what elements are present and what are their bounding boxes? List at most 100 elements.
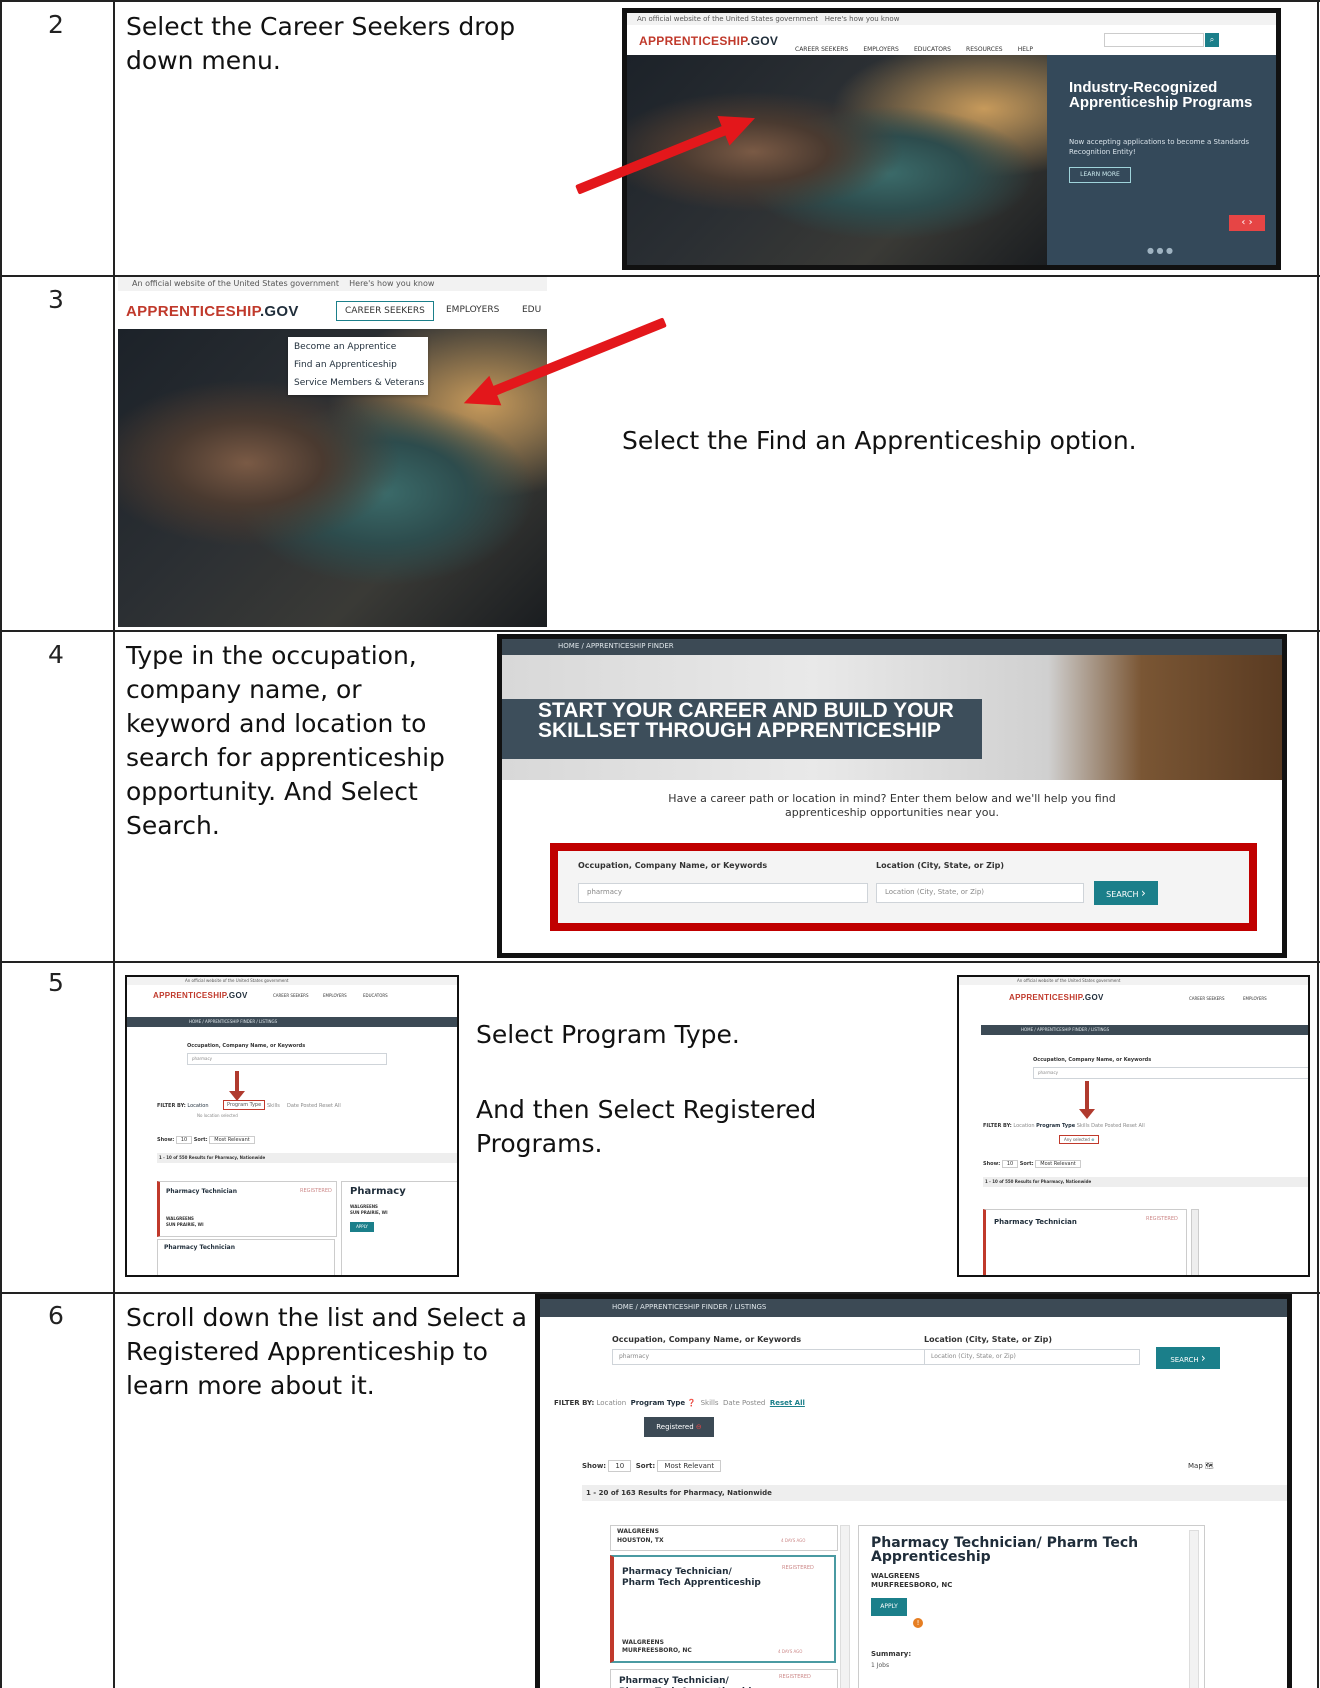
sort-select[interactable]: Most Relevant	[209, 1136, 255, 1144]
nav-career-seekers[interactable]: CAREER SEEKERS	[795, 46, 848, 53]
summary-label: Summary:	[871, 1650, 912, 1658]
filter-date-posted[interactable]: Date Posted	[1091, 1123, 1121, 1129]
location-input[interactable]: Location (City, State, or Zip)	[876, 883, 1084, 903]
step-number: 6	[48, 1301, 64, 1330]
nav-help[interactable]: HELP	[1018, 46, 1033, 53]
listing-card[interactable]: WALGREENS HOUSTON, TX 4 DAYS AGO	[610, 1525, 838, 1551]
occupation-input[interactable]: pharmacy	[578, 883, 868, 903]
reset-all-link[interactable]: Reset All	[1123, 1123, 1145, 1129]
step-instruction: Type in the occupation, company name, or…	[126, 641, 445, 840]
filter-date-posted[interactable]: Date Posted	[723, 1399, 765, 1407]
how-you-know-link[interactable]: Here's how you know	[349, 279, 434, 288]
detail-panel: Pharmacy Technician/ Pharm Tech Apprenti…	[858, 1525, 1205, 1688]
map-toggle[interactable]: Map 🗺	[1188, 1462, 1214, 1470]
location-label: Location (City, State, or Zip)	[924, 1335, 1052, 1344]
filter-program-type[interactable]: Program Type	[631, 1399, 686, 1407]
summary-value: 1 Jobs	[871, 1662, 890, 1669]
filter-location[interactable]: Location	[1013, 1123, 1034, 1129]
site-logo[interactable]: APPRENTICESHIP.GOV	[639, 34, 778, 48]
filter-skills[interactable]: Skills	[701, 1399, 719, 1407]
occupation-input[interactable]: pharmacy	[612, 1349, 932, 1365]
registered-filter-chip[interactable]: Registered ⊖	[644, 1417, 714, 1437]
search-icon[interactable]: ⌕	[1205, 33, 1219, 47]
show-control[interactable]: Show: 10 Sort: Most Relevant	[157, 1136, 255, 1144]
table-border-top	[0, 0, 1320, 2]
finder-banner-title: START YOUR CAREER AND BUILD YOUR SKILLSE…	[538, 699, 954, 742]
listing-card[interactable]: Pharmacy Technician/ Pharm Tech Apprenti…	[610, 1669, 838, 1688]
show-select[interactable]: 10	[1001, 1160, 1019, 1168]
red-down-arrow	[235, 1071, 239, 1093]
filter-location[interactable]: Location	[597, 1399, 627, 1407]
nav-employers[interactable]: EMPLOYERS	[323, 993, 347, 998]
info-icon[interactable]: !	[913, 1618, 923, 1628]
nav-employers[interactable]: EMPLOYERS	[1243, 996, 1267, 1001]
dropdown-item[interactable]: Find an Apprenticeship	[294, 360, 397, 370]
sort-select[interactable]: Most Relevant	[1035, 1160, 1081, 1168]
show-control[interactable]: Show: 10 Sort: Most Relevant	[582, 1460, 722, 1472]
how-you-know-link[interactable]: Here's how you know	[825, 15, 900, 23]
nav-educators[interactable]: EDU	[522, 305, 541, 315]
reset-all-link[interactable]: Reset All	[770, 1399, 805, 1407]
any-selected-chip[interactable]: Any selected ⊕	[1059, 1135, 1100, 1144]
breadcrumb[interactable]: HOME / APPRENTICESHIP FINDER / LISTINGS	[1021, 1027, 1109, 1032]
nav-employers[interactable]: EMPLOYERS	[446, 305, 499, 315]
search-button[interactable]: SEARCH ›	[1094, 881, 1158, 905]
show-select[interactable]: 10	[175, 1136, 193, 1144]
detail-location: SUN PRAIRIE, WI	[350, 1210, 388, 1215]
listing-card[interactable]: Pharmacy Technician REGISTERED	[983, 1209, 1187, 1275]
screenshot-listings-left: An official website of the United States…	[125, 975, 459, 1277]
occupation-input[interactable]: pharmacy	[187, 1053, 387, 1065]
nav-employers[interactable]: EMPLOYERS	[863, 46, 899, 53]
nav-educators[interactable]: EDUCATORS	[363, 993, 388, 998]
search-button[interactable]: SEARCH ›	[1156, 1347, 1220, 1369]
step-instruction: Select the Find an Apprenticeship option…	[622, 426, 1137, 455]
location-input[interactable]: Location (City, State, or Zip)	[924, 1349, 1140, 1365]
filter-skills[interactable]: Skills	[1077, 1123, 1090, 1129]
filter-program-type[interactable]: Program Type	[1036, 1123, 1075, 1129]
nav-resources[interactable]: RESOURCES	[966, 46, 1003, 53]
filter-skills[interactable]: Skills	[267, 1103, 280, 1109]
sort-label: Sort:	[635, 1462, 656, 1470]
occupation-input[interactable]: pharmacy	[1033, 1067, 1308, 1079]
nav-career-seekers[interactable]: CAREER SEEKERS	[273, 993, 308, 998]
apply-button[interactable]: APPLY	[350, 1222, 374, 1232]
filter-location[interactable]: Location	[187, 1103, 208, 1109]
map-icon: 🗺	[1205, 1462, 1214, 1470]
site-logo[interactable]: APPRENTICESHIP.GOV	[153, 991, 248, 1000]
dropdown-item[interactable]: Service Members & Veterans	[294, 378, 424, 388]
carousel-dots[interactable]: ● ● ●	[1147, 246, 1173, 255]
breadcrumb[interactable]: HOME / APPRENTICESHIP FINDER / LISTINGS	[612, 1303, 766, 1311]
list-scrollbar[interactable]	[840, 1525, 850, 1688]
red-down-arrowhead	[1079, 1109, 1095, 1119]
dropdown-item[interactable]: Become an Apprentice	[294, 342, 396, 352]
filter-program-type[interactable]: Program Type	[223, 1100, 266, 1110]
sort-select[interactable]: Most Relevant	[657, 1460, 722, 1472]
nav-career-seekers[interactable]: CAREER SEEKERS	[336, 301, 434, 321]
listing-card-selected[interactable]: Pharmacy Technician/ Pharm Tech Apprenti…	[610, 1555, 836, 1663]
header-search-input[interactable]	[1104, 33, 1204, 47]
learn-more-button[interactable]: LEARN MORE	[1069, 167, 1131, 183]
breadcrumb[interactable]: HOME / APPRENTICESHIP FINDER / LISTINGS	[189, 1019, 277, 1024]
step-instruction: Select the Career Seekers drop down menu…	[126, 12, 516, 75]
detail-title: Pharmacy Technician/ Pharm Tech Apprenti…	[871, 1535, 1139, 1565]
listing-card[interactable]: Pharmacy Technician	[157, 1239, 335, 1275]
detail-scrollbar[interactable]	[1189, 1530, 1199, 1688]
reset-all-link[interactable]: Reset All	[319, 1103, 341, 1109]
nav-career-seekers[interactable]: CAREER SEEKERS	[1189, 996, 1224, 1001]
site-logo[interactable]: APPRENTICESHIP.GOV	[126, 303, 299, 320]
help-icon[interactable]: ❓	[687, 1399, 696, 1407]
detail-location: MURFREESBORO, NC	[871, 1581, 953, 1589]
filter-date-posted[interactable]: Date Posted	[287, 1103, 317, 1109]
breadcrumb[interactable]: HOME / APPRENTICESHIP FINDER	[558, 642, 674, 650]
show-select[interactable]: 10	[608, 1460, 632, 1472]
apply-button[interactable]: APPLY	[871, 1598, 907, 1616]
show-control[interactable]: Show: 10 Sort: Most Relevant	[983, 1160, 1081, 1168]
carousel-arrows[interactable]: ‹ ›	[1229, 215, 1265, 231]
registered-tag: REGISTERED	[1146, 1216, 1178, 1222]
site-logo[interactable]: APPRENTICESHIP.GOV	[1009, 993, 1104, 1002]
scrollbar[interactable]	[1191, 1209, 1199, 1275]
nav-educators[interactable]: EDUCATORS	[914, 46, 951, 53]
official-banner: An official website of the United States…	[627, 13, 1276, 25]
filter-by: FILTER BY:	[157, 1103, 186, 1109]
listing-card[interactable]: Pharmacy Technician REGISTERED WALGREENS…	[157, 1181, 337, 1237]
